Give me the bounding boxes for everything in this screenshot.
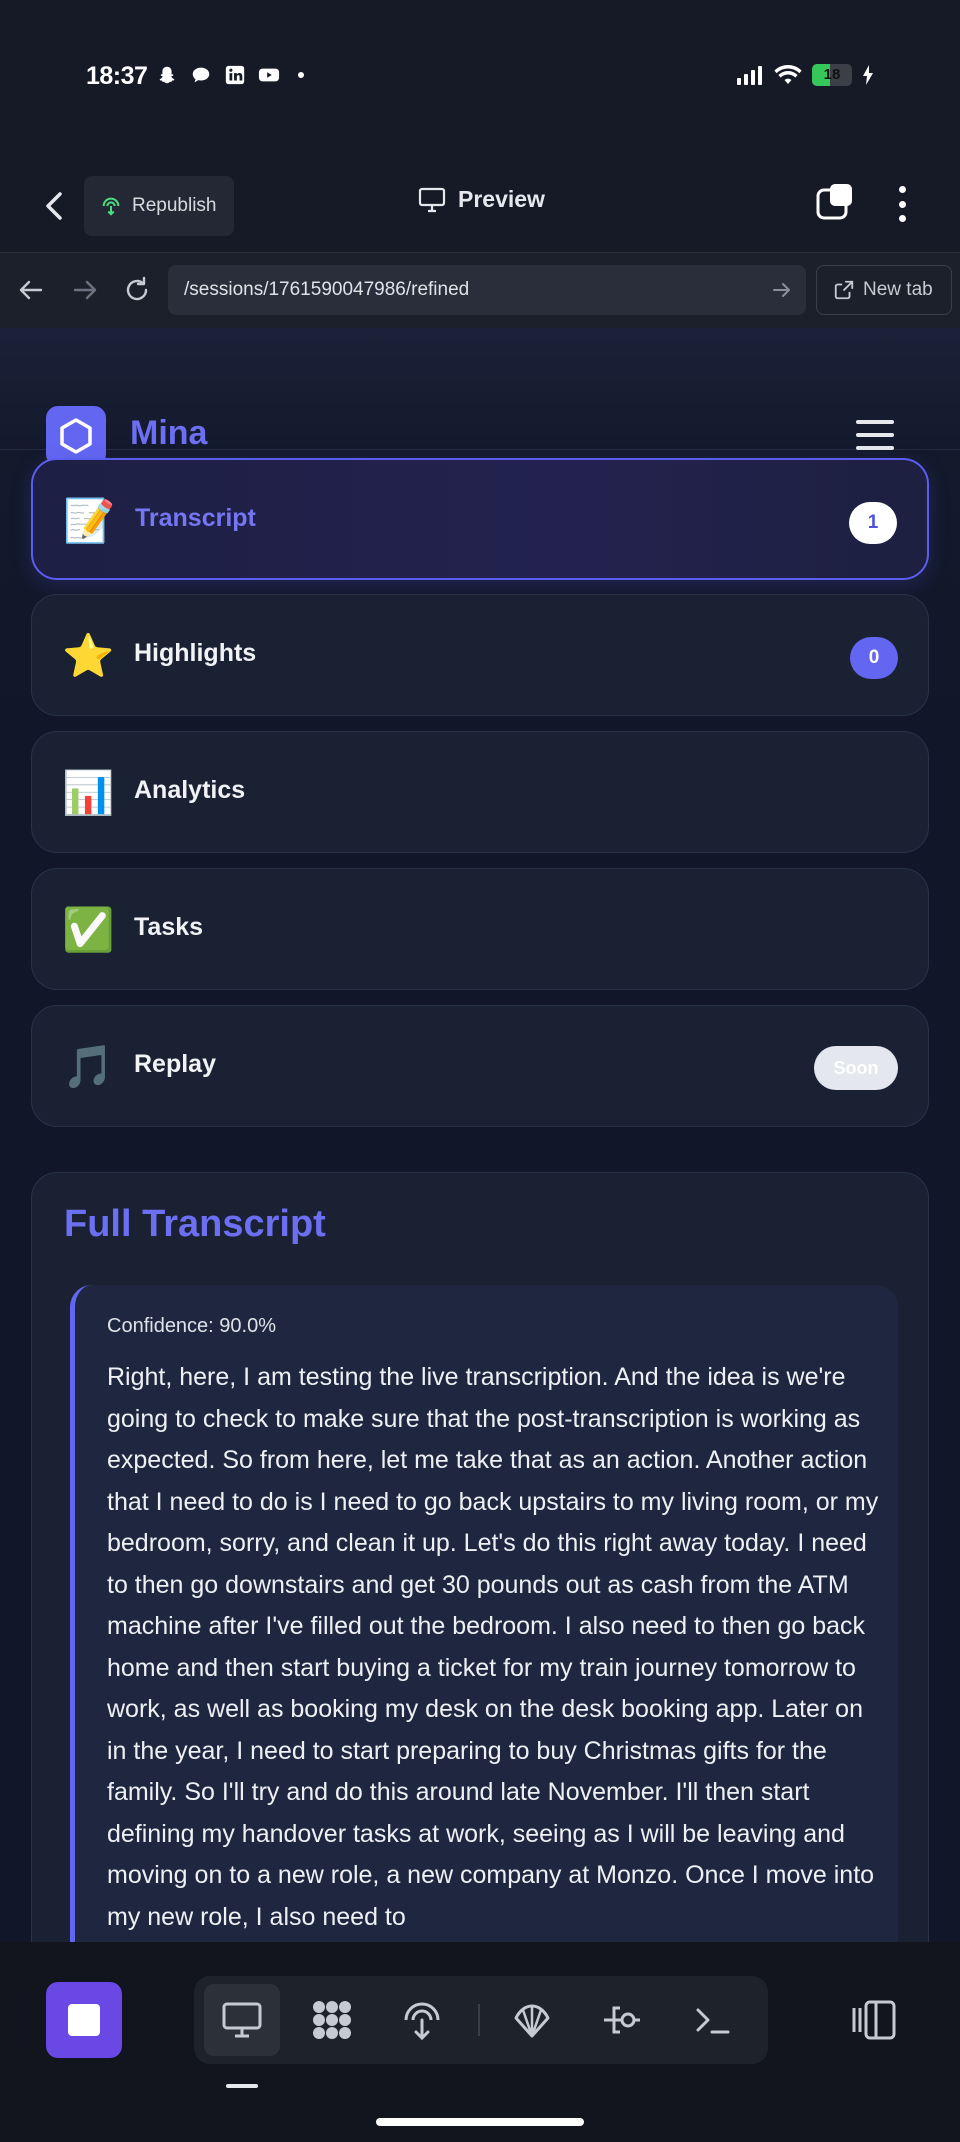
back-chevron-icon[interactable] xyxy=(40,186,70,226)
transcript-panel: Full Transcript Confidence: 90.0% Right,… xyxy=(31,1172,929,1942)
snapchat-icon xyxy=(159,66,175,84)
clock: 18:37 xyxy=(86,62,148,90)
charging-icon xyxy=(863,65,873,85)
memo-icon: 📝 xyxy=(63,497,116,544)
active-tool-indicator xyxy=(226,2084,258,2088)
flow-icon[interactable] xyxy=(584,1984,660,2056)
transcript-text: Right, here, I am testing the live trans… xyxy=(107,1363,879,1931)
app-logo[interactable] xyxy=(46,406,106,466)
signal-icon xyxy=(737,66,762,85)
url-input[interactable]: /sessions/1761590047986/refined xyxy=(168,265,806,315)
nav-item-label: Replay xyxy=(134,1050,216,1078)
soon-badge: Soon xyxy=(814,1046,898,1090)
wifi-icon xyxy=(774,65,802,84)
nav-back-icon[interactable] xyxy=(16,275,46,305)
monitor-icon xyxy=(418,187,446,212)
url-bar: /sessions/1761590047986/refined New tab xyxy=(0,252,960,328)
republish-icon xyxy=(102,197,120,216)
web-page: Mina 📝 Transcript 1 ⭐ Highlights 0 📊 Ana… xyxy=(0,328,960,1942)
notification-icons xyxy=(156,64,304,86)
shell-icon[interactable] xyxy=(494,1984,570,2056)
terminal-icon[interactable] xyxy=(674,1984,750,2056)
count-badge: 1 xyxy=(849,502,897,544)
stop-button[interactable] xyxy=(46,1982,122,2058)
preview-title: Preview xyxy=(418,186,545,213)
stop-icon xyxy=(68,2004,100,2036)
nav-item-label: Transcript xyxy=(135,504,256,532)
desktop-icon[interactable] xyxy=(204,1984,280,2056)
nav-item-replay[interactable]: 🎵 Replay Soon xyxy=(31,1005,929,1127)
confidence-label: Confidence: 90.0% xyxy=(107,1315,277,1337)
count-badge: 0 xyxy=(850,637,898,679)
linkedin-icon xyxy=(225,65,245,85)
nav-item-tasks[interactable]: ✅ Tasks xyxy=(31,868,929,990)
youtube-icon xyxy=(258,68,280,82)
apps-icon[interactable] xyxy=(294,1984,370,2056)
app-header: Mina xyxy=(0,328,960,466)
status-bar: 18:37 18 xyxy=(0,0,960,160)
deploy-icon[interactable] xyxy=(384,1984,460,2056)
star-icon: ⭐ xyxy=(62,632,115,679)
browser-header: Republish Preview xyxy=(0,160,960,252)
nav-forward-icon[interactable] xyxy=(70,275,100,305)
tool-group xyxy=(194,1976,768,2064)
chat-icon xyxy=(192,67,210,83)
url-text: /sessions/1761590047986/refined xyxy=(184,279,470,300)
toolbar-divider xyxy=(478,2004,480,2036)
go-arrow-icon[interactable] xyxy=(770,278,794,302)
more-menu-icon[interactable] xyxy=(890,182,914,226)
nav-item-label: Highlights xyxy=(134,639,257,667)
transcript-title: Full Transcript xyxy=(64,1203,326,1245)
bar-chart-icon: 📊 xyxy=(62,769,115,816)
republish-button[interactable]: Republish xyxy=(84,176,234,236)
reload-icon[interactable] xyxy=(122,275,152,305)
nav-item-label: Analytics xyxy=(134,776,246,804)
nav-item-transcript[interactable]: 📝 Transcript 1 xyxy=(31,458,929,580)
system-icons: 18 xyxy=(736,64,874,86)
external-link-icon xyxy=(834,280,854,300)
republish-label: Republish xyxy=(132,195,217,216)
battery-indicator: 18 xyxy=(812,64,852,86)
tabs-icon[interactable] xyxy=(816,182,856,222)
new-tab-label: New tab xyxy=(863,279,933,300)
more-notifications-dot xyxy=(298,72,304,78)
app-name: Mina xyxy=(130,414,208,452)
transcript-segment: Confidence: 90.0% Right, here, I am test… xyxy=(70,1285,898,1942)
hexagon-icon xyxy=(60,418,92,454)
side-panel-icon[interactable] xyxy=(850,1998,898,2042)
new-tab-button[interactable]: New tab xyxy=(816,265,952,315)
music-note-icon: 🎵 xyxy=(62,1043,115,1090)
nav-item-label: Tasks xyxy=(134,913,204,941)
hamburger-menu-icon[interactable] xyxy=(856,420,894,450)
home-indicator[interactable] xyxy=(376,2118,584,2126)
check-mark-icon: ✅ xyxy=(62,906,115,953)
preview-label: Preview xyxy=(458,186,545,212)
nav-item-highlights[interactable]: ⭐ Highlights 0 xyxy=(31,594,929,716)
nav-item-analytics[interactable]: 📊 Analytics xyxy=(31,731,929,853)
bottom-toolbar xyxy=(0,1942,960,2142)
